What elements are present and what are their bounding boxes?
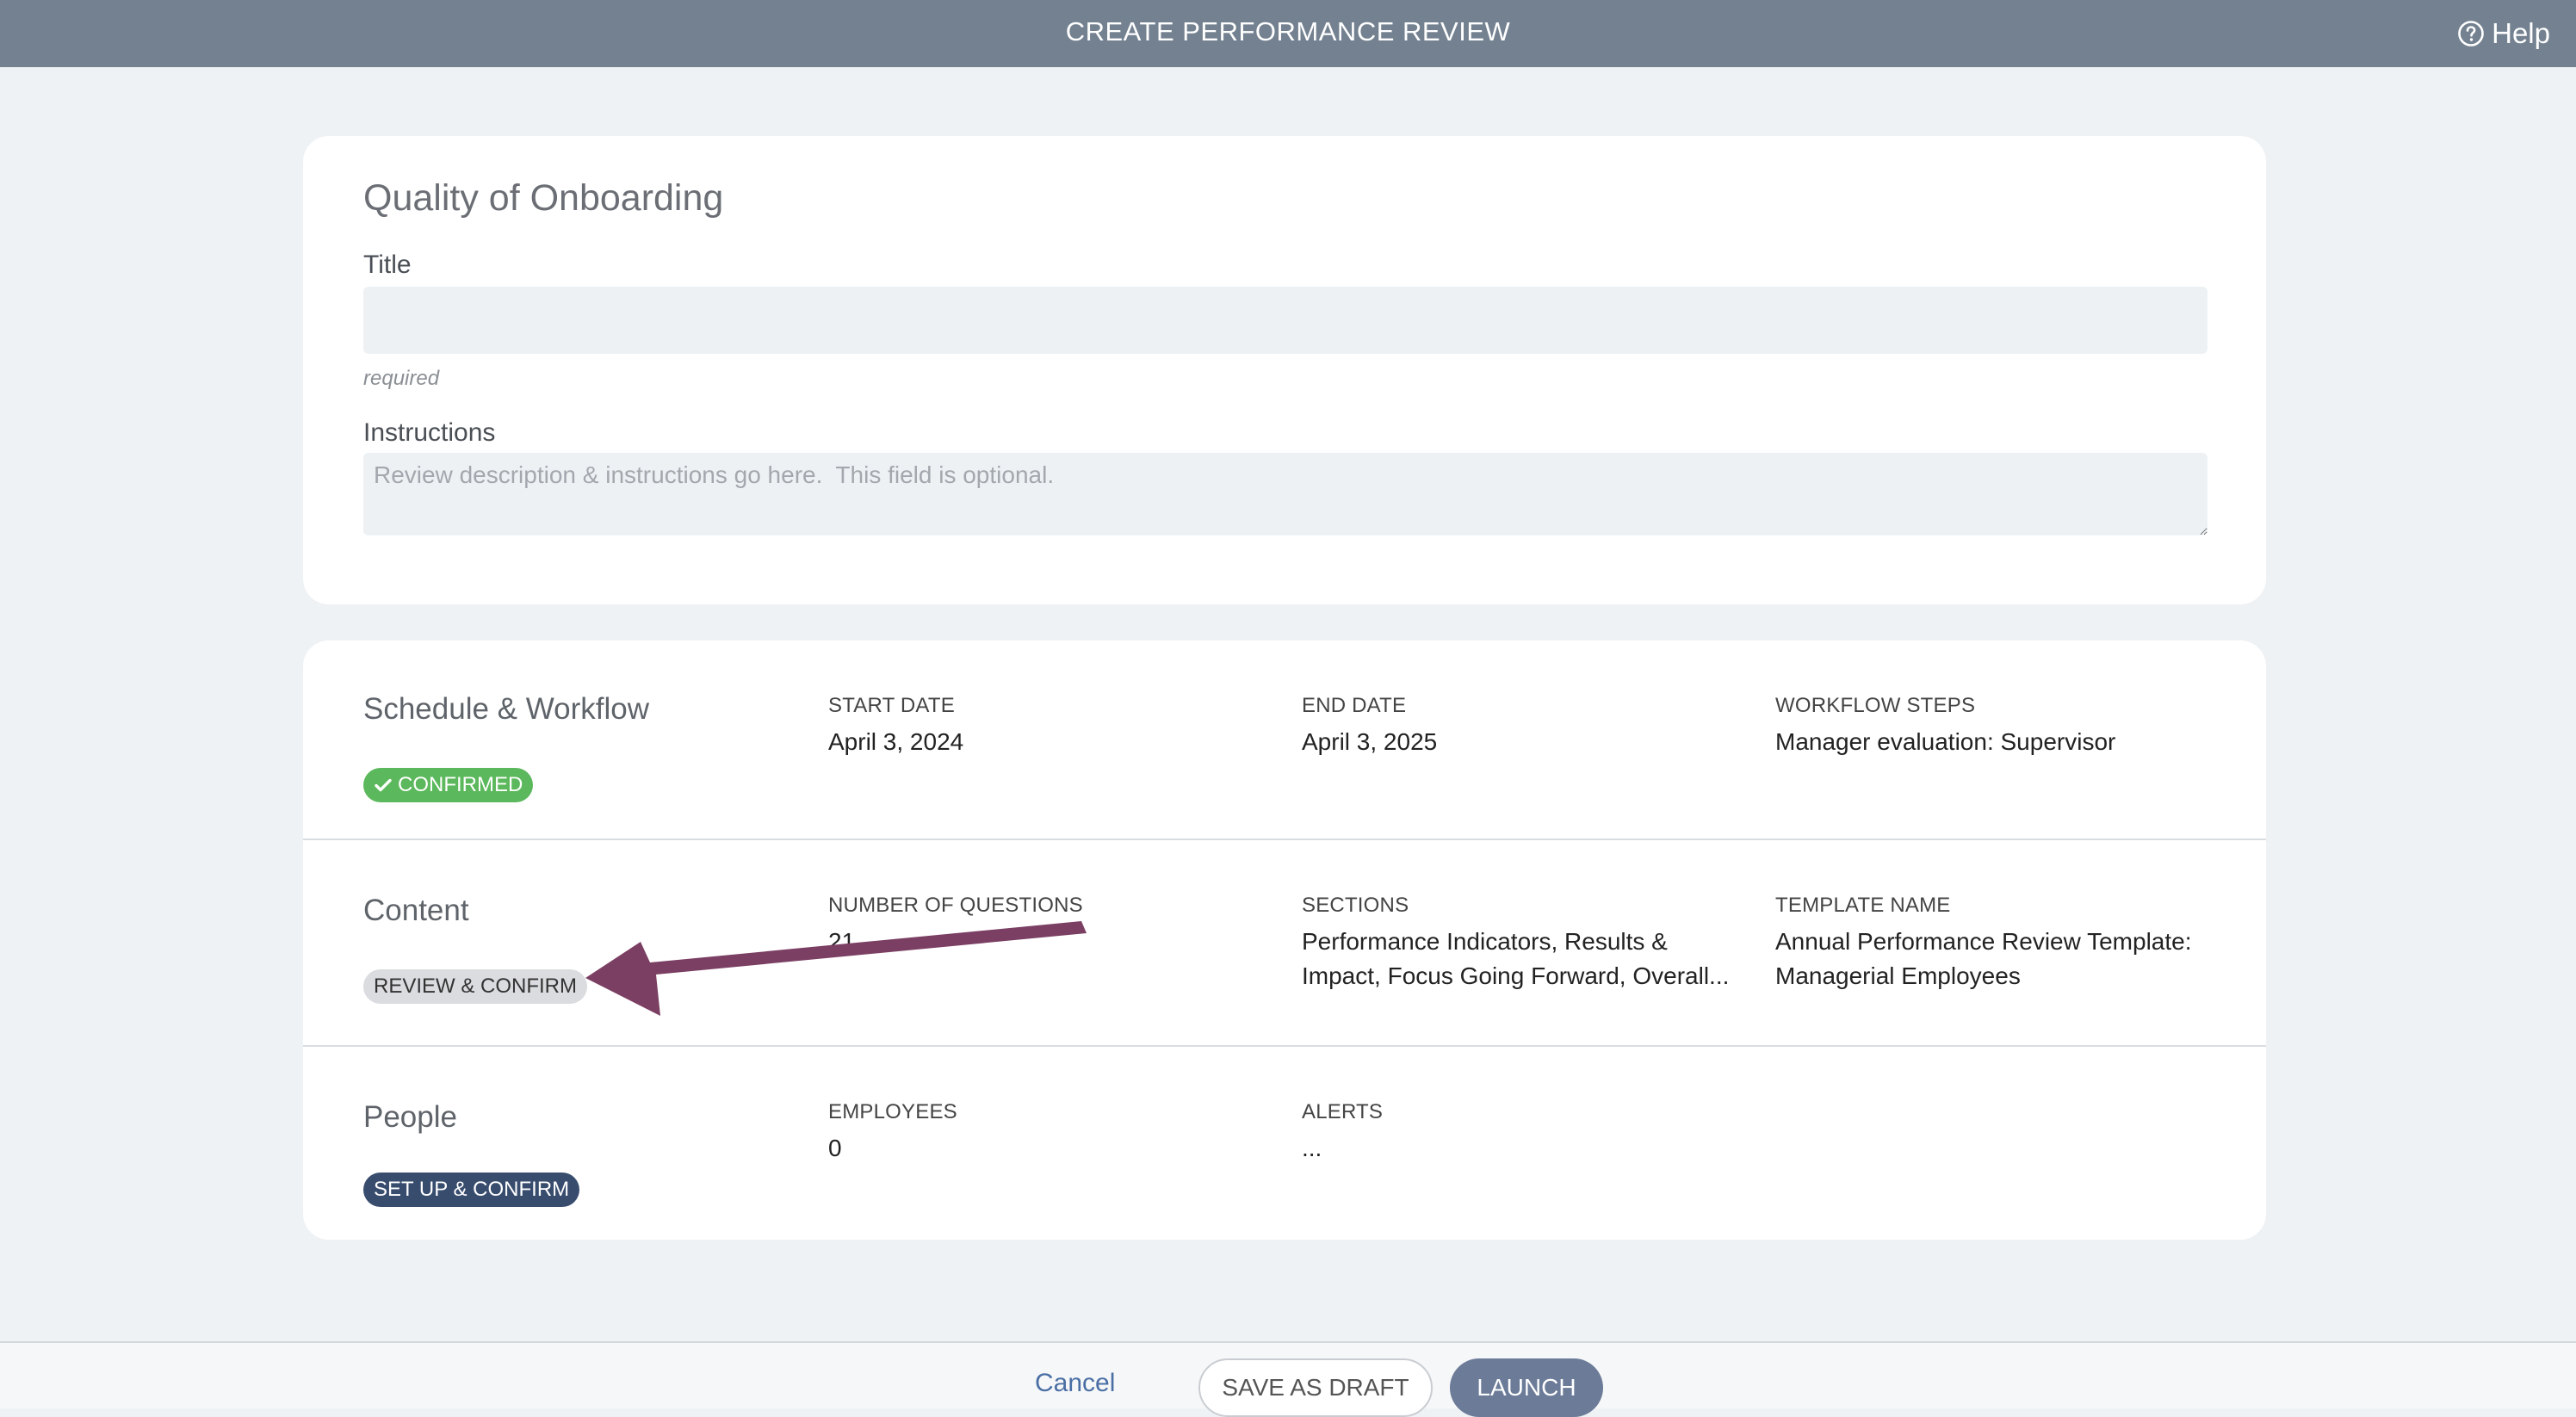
instructions-textarea[interactable] [363, 453, 2208, 535]
review-confirm-button[interactable]: REVIEW & CONFIRM [363, 969, 588, 1004]
footer-bar: Cancel SAVE AS DRAFT LAUNCH [0, 1341, 2576, 1417]
page-title: CREATE PERFORMANCE REVIEW [1065, 16, 1511, 46]
top-bar: CREATE PERFORMANCE REVIEW Help [0, 0, 2576, 67]
sections-value: Performance Indicators, Results & Impact… [1302, 928, 1730, 989]
schedule-workflow-section: Schedule & Workflow CONFIRMED START DATE… [303, 640, 2266, 838]
sections-label: SECTIONS [1302, 894, 1409, 917]
start-date-label: START DATE [828, 694, 955, 717]
end-date-label: END DATE [1302, 694, 1407, 717]
review-details-card: Quality of Onboarding Title required Ins… [303, 136, 2266, 604]
check-icon [375, 778, 392, 792]
people-section: People SET UP & CONFIRM EMPLOYEES 0 ALER… [303, 1045, 2266, 1240]
title-label: Title [363, 251, 412, 279]
question-circle-icon [2458, 21, 2484, 46]
employees-field: EMPLOYEES 0 [828, 1100, 1276, 1166]
annotation-arrow [585, 921, 1087, 1016]
start-date-field: START DATE April 3, 2024 [828, 694, 1276, 759]
template-name-label: TEMPLATE NAME [1775, 894, 1951, 917]
start-date-value: April 3, 2024 [828, 728, 964, 755]
alerts-field: ALERTS ... [1302, 1100, 1749, 1166]
employees-value: 0 [828, 1135, 842, 1161]
confirmed-badge[interactable]: CONFIRMED [363, 768, 534, 802]
template-name-field: TEMPLATE NAME Annual Performance Review … [1775, 894, 2232, 993]
schedule-workflow-title: Schedule & Workflow [363, 692, 650, 726]
setup-confirm-label: SET UP & CONFIRM [374, 1178, 570, 1201]
confirmed-badge-label: CONFIRMED [398, 773, 523, 796]
alerts-value: ... [1302, 1135, 1322, 1161]
workflow-steps-field: WORKFLOW STEPS Manager evaluation: Super… [1775, 694, 2232, 759]
template-name-value: Annual Performance Review Template: Mana… [1775, 928, 2192, 989]
review-name-heading: Quality of Onboarding [363, 177, 724, 219]
workflow-steps-label: WORKFLOW STEPS [1775, 694, 1976, 717]
help-button[interactable]: Help [2457, 0, 2550, 67]
help-label: Help [2492, 17, 2550, 49]
review-confirm-label: REVIEW & CONFIRM [374, 975, 578, 998]
sections-field: SECTIONS Performance Indicators, Results… [1302, 894, 1749, 993]
cancel-button[interactable]: Cancel [1035, 1369, 1115, 1398]
content-title: Content [363, 894, 469, 927]
title-input[interactable] [363, 287, 2208, 354]
end-date-field: END DATE April 3, 2025 [1302, 694, 1749, 759]
title-required-hint: required [363, 367, 440, 390]
workflow-steps-value: Manager evaluation: Supervisor [1775, 728, 2116, 755]
alerts-label: ALERTS [1302, 1100, 1384, 1123]
end-date-value: April 3, 2025 [1302, 728, 1438, 755]
instructions-label: Instructions [363, 418, 496, 447]
setup-confirm-button[interactable]: SET UP & CONFIRM [363, 1173, 580, 1207]
people-title: People [363, 1100, 457, 1134]
employees-label: EMPLOYEES [828, 1100, 957, 1123]
